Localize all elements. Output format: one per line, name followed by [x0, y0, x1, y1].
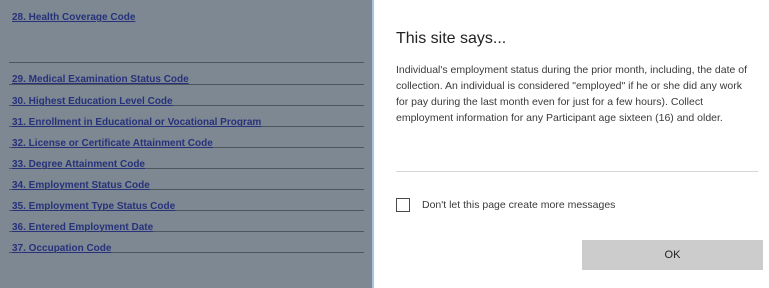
dialog-title: This site says...	[396, 30, 507, 47]
suppress-messages-label[interactable]: Don't let this page create more messages	[422, 199, 615, 211]
table-row	[9, 0, 364, 63]
suppress-messages-checkbox[interactable]	[396, 198, 410, 212]
background-link-occupation[interactable]: 37. Occupation Code	[12, 243, 111, 254]
dialog-separator	[396, 171, 758, 172]
ok-button[interactable]: OK	[582, 240, 763, 270]
background-link-health-coverage[interactable]: 28. Health Coverage Code	[12, 12, 135, 23]
dialog-message: Individual's employment status during th…	[396, 64, 748, 124]
background-page: 28. Health Coverage Code 29. Medical Exa…	[0, 0, 372, 288]
alert-dialog: This site says... Individual's employmen…	[374, 0, 769, 288]
suppress-messages-checkbox-row[interactable]: Don't let this page create more messages	[396, 195, 615, 215]
